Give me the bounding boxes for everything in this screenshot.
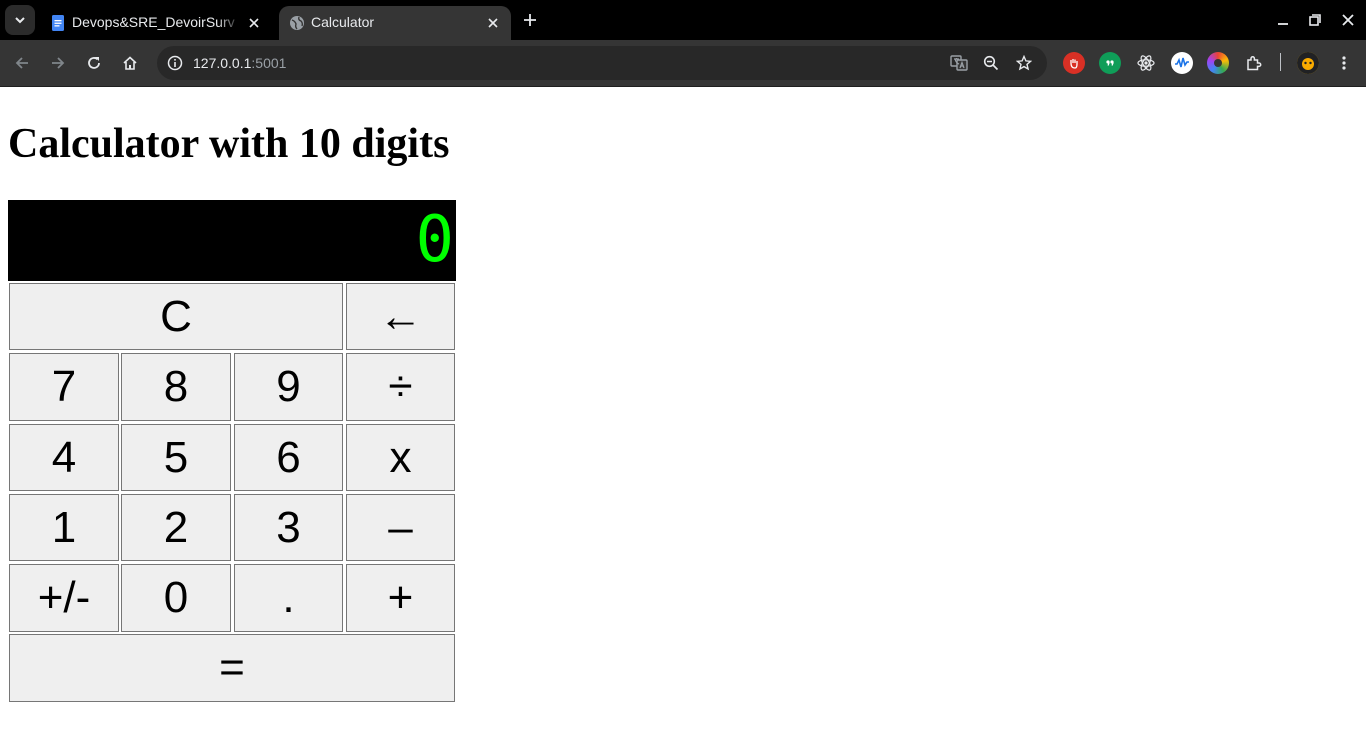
minimize-icon — [1278, 23, 1288, 25]
add-button[interactable]: + — [346, 564, 455, 632]
react-devtools-icon[interactable] — [1135, 52, 1157, 74]
digit-9-button[interactable]: 9 — [234, 353, 343, 421]
url-port: :5001 — [251, 55, 287, 71]
restore-icon — [1309, 14, 1321, 26]
wave-extension-icon[interactable] — [1171, 52, 1193, 74]
extensions-puzzle-icon[interactable] — [1243, 52, 1265, 74]
close-window-button[interactable] — [1336, 8, 1360, 32]
minimize-button[interactable] — [1271, 8, 1295, 32]
digit-1-button[interactable]: 1 — [9, 494, 119, 561]
digit-2-button[interactable]: 2 — [121, 494, 231, 561]
address-bar[interactable]: 127.0.0.1:5001 — [157, 46, 1047, 80]
home-icon — [123, 56, 137, 70]
url-text[interactable]: 127.0.0.1:5001 — [193, 54, 286, 72]
browser-menu-button[interactable] — [1332, 51, 1356, 75]
multiply-button[interactable]: x — [346, 424, 455, 491]
digit-3-button[interactable]: 3 — [234, 494, 343, 561]
bookmark-button[interactable] — [1012, 51, 1036, 75]
browser-toolbar: 127.0.0.1:5001 — [0, 40, 1366, 86]
kebab-menu-icon — [1342, 56, 1346, 70]
back-button[interactable] — [10, 51, 34, 75]
site-info-button[interactable] — [163, 51, 187, 75]
tab-title: Devops&SRE_DevoirSurv — [72, 14, 235, 30]
digit-4-button[interactable]: 4 — [9, 424, 119, 491]
url-host: 127.0.0.1 — [193, 55, 252, 71]
tab-devops-doc[interactable]: Devops&SRE_DevoirSurv — [40, 6, 272, 40]
arrow-right-icon — [52, 57, 65, 69]
quote-extension-icon[interactable] — [1099, 52, 1121, 74]
google-docs-icon — [52, 15, 64, 31]
page-title: Calculator with 10 digits — [8, 121, 450, 167]
divide-button[interactable]: ÷ — [346, 353, 455, 421]
star-icon — [1016, 55, 1032, 71]
tab-title: Calculator — [311, 14, 375, 30]
arrow-left-icon — [15, 57, 28, 69]
digit-5-button[interactable]: 5 — [121, 424, 231, 491]
translate-icon — [950, 55, 968, 71]
digit-8-button[interactable]: 8 — [121, 353, 231, 421]
digit-7-button[interactable]: 7 — [9, 353, 119, 421]
profile-avatar[interactable] — [1297, 52, 1319, 74]
tab-search-button[interactable] — [5, 5, 35, 35]
info-icon — [167, 55, 183, 71]
clear-button[interactable]: C — [9, 283, 343, 350]
plus-icon — [524, 14, 536, 26]
tab-strip: Devops&SRE_DevoirSurv Calculator — [0, 0, 1366, 40]
page-content: Calculator with 10 digits 0 C ← 7 8 9 ÷ … — [0, 87, 1366, 741]
color-wheel-extension-icon[interactable] — [1207, 52, 1229, 74]
toolbar-separator — [1280, 53, 1281, 71]
zoom-button[interactable] — [979, 51, 1003, 75]
close-icon[interactable] — [246, 15, 262, 31]
tab-calculator[interactable]: Calculator — [279, 6, 511, 40]
calculator-display: 0 — [8, 200, 456, 281]
zoom-out-icon — [983, 55, 999, 71]
forward-button[interactable] — [46, 51, 70, 75]
equals-button[interactable]: = — [9, 634, 455, 702]
digit-0-button[interactable]: 0 — [121, 564, 231, 632]
digit-6-button[interactable]: 6 — [234, 424, 343, 491]
negate-button[interactable]: +/- — [9, 564, 119, 632]
reload-button[interactable] — [82, 51, 106, 75]
subtract-button[interactable]: – — [346, 494, 455, 561]
chevron-down-icon — [15, 17, 25, 24]
close-icon[interactable] — [485, 15, 501, 31]
new-tab-button[interactable] — [518, 8, 542, 32]
backspace-button[interactable]: ← — [346, 283, 455, 350]
ad-block-icon[interactable] — [1063, 52, 1085, 74]
close-icon — [1342, 14, 1354, 26]
globe-icon — [290, 16, 304, 30]
translate-button[interactable] — [947, 51, 971, 75]
home-button[interactable] — [118, 51, 142, 75]
decimal-button[interactable]: . — [234, 564, 343, 632]
reload-icon — [88, 57, 100, 69]
restore-button[interactable] — [1303, 8, 1327, 32]
